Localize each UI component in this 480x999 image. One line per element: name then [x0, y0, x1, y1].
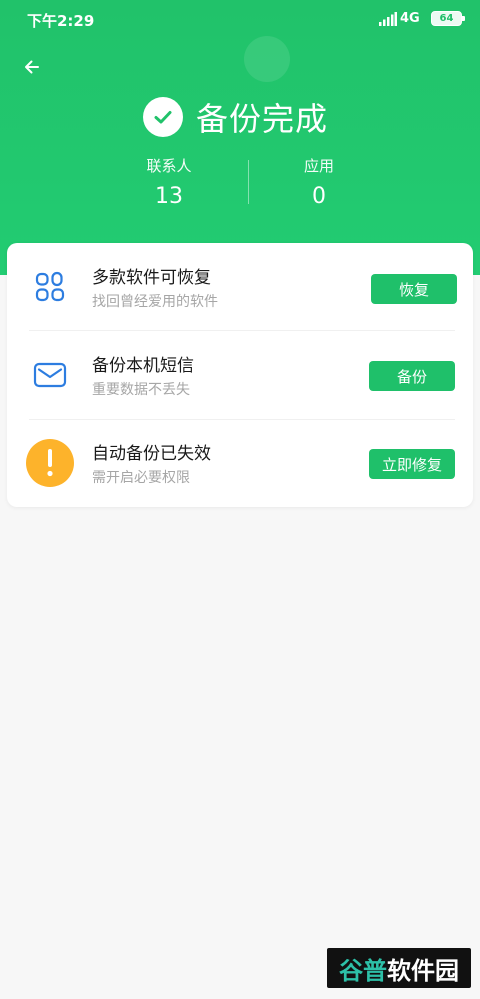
battery-level: 64 — [439, 13, 454, 24]
network-type: 4G — [400, 11, 420, 26]
list-item-title: 备份本机短信 — [92, 356, 194, 376]
stat-apps: 应用 0 — [279, 155, 359, 209]
status-time: 下午2:29 — [27, 12, 95, 30]
list-item-subtitle: 找回曾经爱用的软件 — [92, 294, 218, 310]
list-item-backup-sms[interactable]: 备份本机短信 重要数据不丢失 备份 — [7, 331, 473, 419]
page-title-row: 备份完成 — [143, 95, 328, 139]
stat-apps-label: 应用 — [303, 157, 334, 175]
watermark-logo: 谷普 软件园 — [327, 948, 471, 988]
header: 下午2:29 4G 64 备份完成 联系人 13 应用 0 — [0, 0, 480, 275]
list-item-restore-apps[interactable]: 多款软件可恢复 找回曾经爱用的软件 恢复 — [7, 243, 473, 331]
restore-button[interactable]: 恢复 — [371, 274, 457, 304]
signal-icon — [379, 12, 397, 26]
stat-contacts: 联系人 13 — [129, 155, 209, 209]
actions-card: 多款软件可恢复 找回曾经爱用的软件 恢复 备份本机短信 重要数据不丢失 备份 自… — [7, 243, 473, 507]
battery-icon: 64 — [431, 11, 462, 26]
arrow-left-icon[interactable] — [21, 56, 43, 78]
warning-circle — [26, 439, 74, 487]
list-item-title: 自动备份已失效 — [92, 444, 211, 464]
backup-button[interactable]: 备份 — [369, 361, 455, 391]
status-bar: 下午2:29 4G 64 — [0, 0, 480, 38]
list-item-subtitle: 重要数据不丢失 — [92, 382, 190, 398]
fix-now-button[interactable]: 立即修复 — [369, 449, 455, 479]
watermark-text-a: 谷普 — [339, 956, 387, 985]
mail-icon — [25, 350, 75, 400]
warning-icon — [25, 438, 75, 488]
stat-apps-value: 0 — [312, 184, 326, 209]
check-icon — [143, 97, 183, 137]
list-item-subtitle: 需开启必要权限 — [92, 470, 190, 486]
list-item-title: 多款软件可恢复 — [92, 268, 211, 288]
stats-divider — [248, 160, 249, 204]
battery-tip — [462, 16, 465, 21]
stat-contacts-label: 联系人 — [146, 157, 192, 175]
watermark-text-b: 软件园 — [387, 956, 459, 985]
decorative-bubble — [244, 36, 290, 82]
page-title: 备份完成 — [196, 100, 329, 138]
list-item-auto-backup[interactable]: 自动备份已失效 需开启必要权限 立即修复 — [7, 419, 473, 507]
apps-grid-icon — [25, 262, 75, 312]
stat-contacts-value: 13 — [155, 184, 183, 209]
